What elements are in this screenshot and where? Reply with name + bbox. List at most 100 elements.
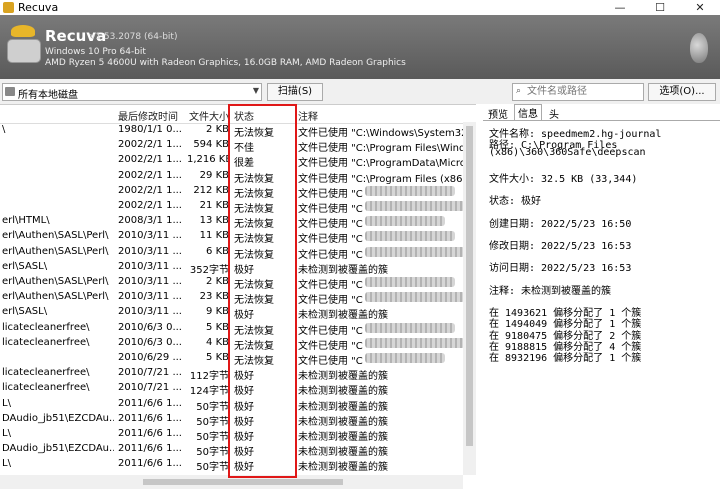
close-button[interactable]: ✕ bbox=[680, 0, 720, 15]
horizontal-scrollbar[interactable] bbox=[0, 475, 463, 489]
table-row[interactable]: 2002/2/1 1... 1,216 KB 很差 文件已使用 "C:\Program… bbox=[0, 153, 466, 170]
table-row[interactable]: licatecleanerfree\ 2010/7/21 ... 112字节 极好 未检… bbox=[0, 366, 462, 382]
row-path: licatecleanerfree\ bbox=[2, 321, 90, 333]
row-state: 无法恢复 bbox=[234, 340, 274, 352]
row-size: 50字节 bbox=[196, 416, 229, 428]
row-date: 1980/1/1 0... bbox=[118, 124, 182, 135]
table-row[interactable]: 2002/2/1 1... 21 KB 无法恢复 文件已使用 "C bbox=[0, 199, 465, 215]
row-date: 2011/6/6 1... bbox=[118, 412, 182, 424]
results-table: 最后修改时间 文件大小 状态 注释 \ 1980/1/1 0... 2 KB 无法恢复… bbox=[0, 104, 476, 490]
row-date: 2002/2/1 1... bbox=[118, 184, 182, 196]
row-path: erl\HTML\ bbox=[2, 215, 50, 227]
row-path: erl\Authen\SASL\Perl\ bbox=[2, 276, 109, 287]
row-path: licatecleanerfree\ bbox=[2, 336, 90, 348]
row-size: 124字节 bbox=[189, 386, 229, 398]
window-title: Recuva bbox=[18, 1, 59, 14]
row-size: 50字节 bbox=[196, 447, 229, 459]
table-row[interactable]: 2010/6/29 ... 5 KB 无法恢复 文件已使用 "C bbox=[0, 351, 462, 367]
table-row[interactable]: erl\Authen\SASL\Perl\ 2010/3/11 ... 2 KB 无法… bbox=[0, 275, 462, 291]
row-size: 29 KB bbox=[199, 169, 229, 181]
column-header-note[interactable]: 注释 bbox=[298, 108, 318, 123]
table-row[interactable]: DAudio_jb51\EZCDAu... 2011/6/6 1... 50字节 极好… bbox=[0, 442, 462, 459]
search-input[interactable] bbox=[527, 85, 639, 98]
row-state: 无法恢复 bbox=[234, 295, 274, 307]
vertical-scrollbar[interactable] bbox=[463, 122, 476, 475]
row-note: 未检测到被覆盖的簇 bbox=[298, 432, 388, 443]
column-header-state[interactable]: 状态 bbox=[234, 108, 254, 123]
row-date: 2010/3/11 ... bbox=[118, 230, 182, 242]
row-state: 无法恢复 bbox=[234, 356, 274, 367]
table-row[interactable]: 2002/2/1 1... 29 KB 无法恢复 文件已使用 "C:\Program … bbox=[0, 169, 466, 185]
tab-preview[interactable]: 预览 bbox=[485, 106, 511, 121]
table-row[interactable]: \ 1980/1/1 0... 2 KB 无法恢复 文件已使用 "C:\Windows\… bbox=[0, 123, 466, 139]
row-date: 2010/6/29 ... bbox=[118, 352, 182, 363]
row-path: \ bbox=[2, 124, 6, 135]
row-state: 极好 bbox=[234, 310, 254, 322]
row-state: 极好 bbox=[234, 401, 254, 413]
row-note: 文件已使用 "C:\Program Files\Window bbox=[298, 143, 466, 155]
row-size: 212 KB bbox=[193, 184, 229, 196]
table-row[interactable]: erl\SASL\ 2010/3/11 ... 352字节 极好 未检测到被覆盖的簇 bbox=[0, 260, 462, 276]
row-state: 很差 bbox=[234, 158, 254, 170]
table-row[interactable]: L\ 2011/6/6 1... 50字节 极好 未检测到被覆盖的簇 bbox=[0, 457, 462, 474]
row-size: 6 KB bbox=[206, 245, 229, 257]
scan-button[interactable]: 扫描(S) bbox=[267, 83, 323, 101]
toolbar: 所有本地磁盘 ▼ 扫描(S) ⌕ 选项(O)... bbox=[0, 79, 720, 104]
table-row[interactable]: erl\Authen\SASL\Perl\ 2010/3/11 ... 23 KB 无… bbox=[0, 290, 465, 307]
tab-info[interactable]: 信息 bbox=[514, 104, 542, 120]
panel-tabs: 预览 信息 头 bbox=[483, 104, 720, 121]
chevron-down-icon[interactable]: ▼ bbox=[253, 86, 259, 95]
table-row[interactable]: L\ 2011/6/6 1... 50字节 极好 未检测到被覆盖的簇 bbox=[0, 427, 462, 443]
row-note: 未检测到被覆盖的簇 bbox=[298, 386, 388, 398]
row-date: 2010/6/3 0... bbox=[118, 321, 182, 333]
redacted-blur bbox=[365, 322, 455, 333]
table-row[interactable]: 2002/2/1 1... 594 KB 不佳 文件已使用 "C:\Program F… bbox=[0, 138, 466, 154]
row-date: 2010/7/21 ... bbox=[118, 367, 182, 379]
row-size: 13 KB bbox=[199, 215, 229, 227]
row-date: 2010/3/11 ... bbox=[118, 260, 182, 272]
row-path: L\ bbox=[2, 428, 11, 439]
table-row[interactable]: L\ 2011/6/6 1... 50字节 极好 未检测到被覆盖的簇 bbox=[0, 397, 462, 413]
row-state: 无法恢复 bbox=[234, 188, 274, 200]
row-note: 文件已使用 "C:\Program Files (x86)\Mi bbox=[298, 173, 466, 185]
redacted-blur bbox=[365, 277, 455, 287]
column-header-date[interactable]: 最后修改时间 bbox=[118, 108, 178, 123]
row-date: 2002/2/1 1... bbox=[118, 139, 182, 151]
row-size: 21 KB bbox=[199, 200, 229, 211]
info-line: 访问日期: 2022/5/23 16:53 bbox=[489, 263, 632, 275]
recuva-logo-icon bbox=[5, 25, 41, 65]
table-header: 最后修改时间 文件大小 状态 注释 bbox=[0, 105, 476, 124]
table-row[interactable]: DAudio_jb51\EZCDAu... 2011/6/6 1... 50字节 极好… bbox=[0, 412, 462, 428]
search-box[interactable]: ⌕ bbox=[512, 83, 644, 101]
row-path: licatecleanerfree\ bbox=[2, 382, 90, 394]
row-path: erl\Authen\SASL\Perl\ bbox=[2, 291, 109, 303]
maximize-button[interactable]: ☐ bbox=[640, 0, 680, 15]
table-row[interactable]: licatecleanerfree\ 2010/6/3 0... 4 KB 无法恢复文… bbox=[0, 336, 465, 352]
row-size: 2 KB bbox=[206, 276, 229, 287]
redacted-blur bbox=[365, 353, 445, 363]
table-row[interactable]: licatecleanerfree\ 2010/7/21 ... 124字节 极好 未检… bbox=[0, 381, 462, 398]
row-date: 2002/2/1 1... bbox=[118, 169, 182, 181]
table-row[interactable]: licatecleanerfree\ 2010/6/3 0... 5 KB 无法恢复文… bbox=[0, 321, 462, 337]
row-path: L\ bbox=[2, 397, 11, 409]
column-header-size[interactable]: 文件大小 bbox=[189, 108, 229, 123]
drive-select-value: 所有本地磁盘 bbox=[18, 90, 78, 101]
table-row[interactable]: erl\SASL\ 2010/3/11 ... 9 KB 极好 未检测到被覆盖的簇 bbox=[0, 305, 462, 322]
row-state: 无法恢复 bbox=[234, 173, 274, 185]
drive-select[interactable]: 所有本地磁盘 ▼ bbox=[2, 83, 262, 101]
table-row[interactable]: erl\HTML\ 2008/3/1 1... 13 KB 无法恢复 文件已使用 "C bbox=[0, 214, 462, 230]
row-state: 极好 bbox=[234, 264, 254, 276]
table-row[interactable]: 2002/2/1 1... 212 KB 无法恢复 文件已使用 "C bbox=[0, 184, 462, 200]
row-state: 极好 bbox=[234, 462, 254, 474]
row-state: 无法恢复 bbox=[234, 249, 274, 261]
table-row[interactable]: erl\Authen\SASL\Perl\ 2010/3/11 ... 6 KB 无法… bbox=[0, 245, 465, 261]
options-button[interactable]: 选项(O)... bbox=[648, 83, 716, 101]
info-line: (x86)\360\360Safe\deepscan bbox=[489, 147, 646, 159]
row-state: 极好 bbox=[234, 416, 254, 428]
row-date: 2010/3/11 ... bbox=[118, 276, 182, 287]
tab-header[interactable]: 头 bbox=[546, 106, 562, 121]
table-row[interactable]: erl\Authen\SASL\Perl\ 2010/3/11 ... 11 KB 无… bbox=[0, 229, 462, 245]
minimize-button[interactable]: — bbox=[600, 0, 640, 15]
row-note: 未检测到被覆盖的簇 bbox=[298, 401, 388, 413]
row-date: 2010/3/11 ... bbox=[118, 245, 182, 257]
